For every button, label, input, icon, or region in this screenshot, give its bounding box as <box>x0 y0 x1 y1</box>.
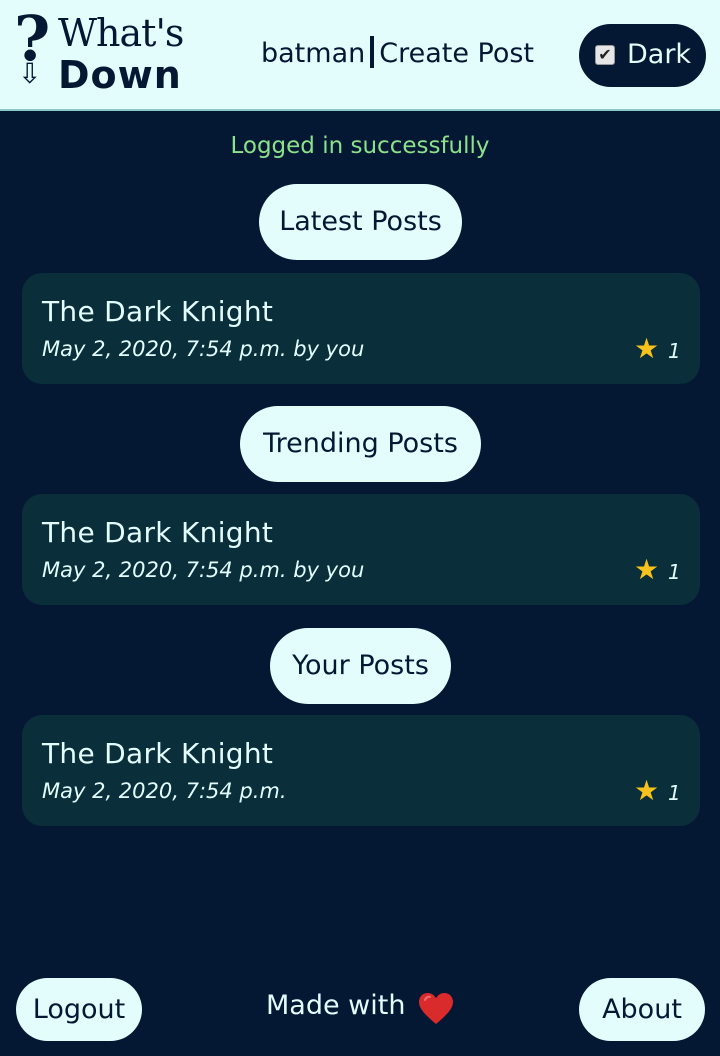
post-card[interactable]: The Dark Knight May 2, 2020, 7:54 p.m. b… <box>22 273 700 384</box>
post-meta: May 2, 2020, 7:54 p.m. by you <box>42 337 365 361</box>
dark-mode-label: Dark <box>627 39 692 70</box>
star-icon[interactable]: ★ <box>634 335 659 363</box>
dark-mode-toggle[interactable]: ✔ Dark <box>579 24 706 87</box>
site-logo[interactable]: ? ⇩ What's Down <box>14 8 220 98</box>
post-title[interactable]: The Dark Knight <box>42 516 273 550</box>
logout-button[interactable]: Logout <box>16 978 142 1041</box>
post-title[interactable]: The Dark Knight <box>42 737 273 771</box>
made-with-text: Made with <box>266 990 406 1021</box>
star-icon[interactable]: ★ <box>634 777 659 805</box>
nav-divider <box>370 36 375 68</box>
star-count: 1 <box>668 560 681 584</box>
username-link[interactable]: batman <box>261 38 365 69</box>
post-meta: May 2, 2020, 7:54 p.m. <box>42 779 287 803</box>
logo-text-top: What's <box>58 11 184 55</box>
star-count: 1 <box>668 339 681 363</box>
heart-icon <box>419 993 453 1024</box>
checkbox-checked-icon[interactable]: ✔ <box>595 45 615 65</box>
header: ? ⇩ What's Down batman Create Post ✔ Dark <box>0 0 720 111</box>
post-title[interactable]: The Dark Knight <box>42 295 273 329</box>
post-meta: May 2, 2020, 7:54 p.m. by you <box>42 558 365 582</box>
star-icon[interactable]: ★ <box>634 556 659 584</box>
flash-message: Logged in successfully <box>230 133 490 159</box>
post-card[interactable]: The Dark Knight May 2, 2020, 7:54 p.m. b… <box>22 494 700 605</box>
post-card[interactable]: The Dark Knight May 2, 2020, 7:54 p.m. ★… <box>22 715 700 826</box>
header-nav: batman Create Post <box>261 36 534 70</box>
down-arrow-logo-icon: ⇩ <box>18 57 42 90</box>
star-count: 1 <box>668 781 681 805</box>
section-heading-your-posts: Your Posts <box>270 628 451 704</box>
section-heading-trending: Trending Posts <box>240 406 481 482</box>
about-button[interactable]: About <box>579 978 705 1041</box>
section-heading-latest: Latest Posts <box>259 184 462 260</box>
create-post-link[interactable]: Create Post <box>379 38 534 69</box>
logo-text-bottom: Down <box>58 53 182 97</box>
